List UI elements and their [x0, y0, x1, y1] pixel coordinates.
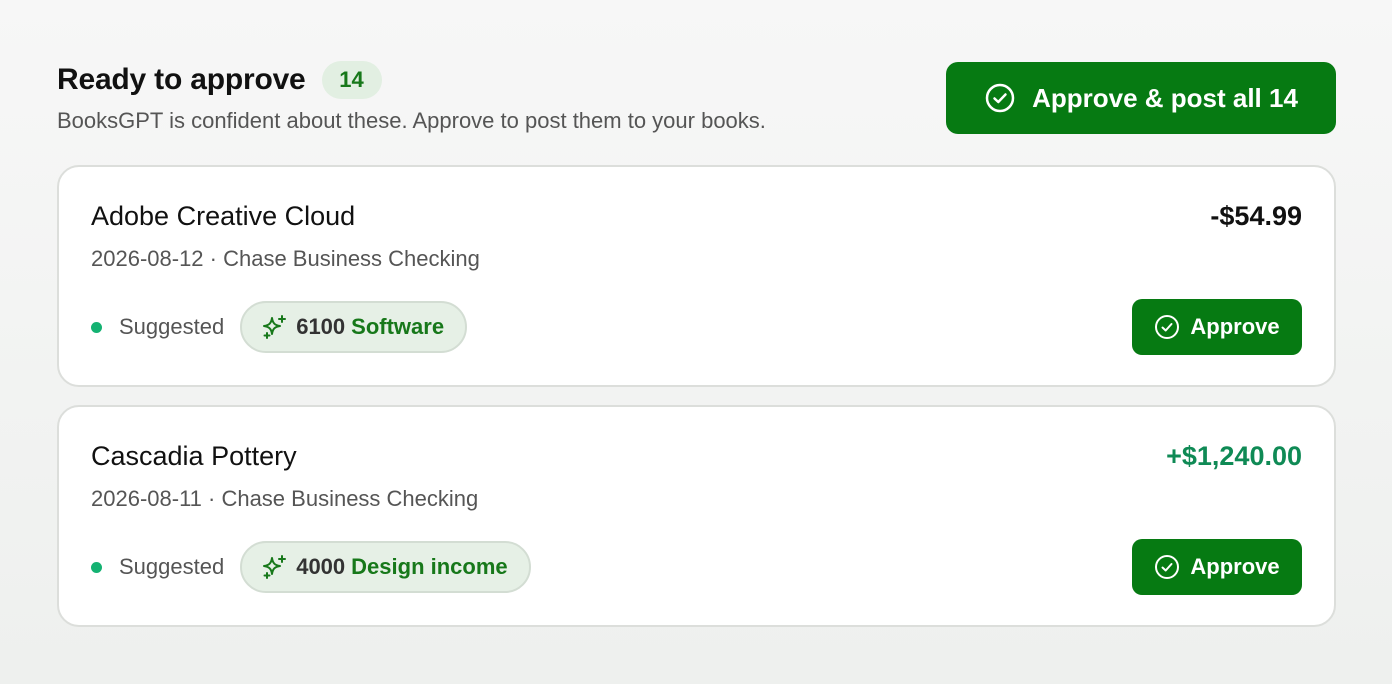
status-label: Suggested — [119, 554, 225, 579]
transaction-card: Adobe Creative Cloud 2026-08-12 · Chase … — [57, 165, 1336, 387]
category-chip[interactable]: 4000 Design income — [240, 541, 531, 593]
suggestion-row: Suggested 4000 Design income — [91, 541, 531, 593]
approve-post-all-button[interactable]: Approve & post all 14 — [946, 62, 1336, 134]
approve-button[interactable]: Approve — [1132, 539, 1302, 595]
category-name: Software — [351, 314, 445, 339]
page-title: Ready to approve — [57, 63, 306, 96]
approve-post-all-label: Approve & post all 14 — [1032, 82, 1298, 113]
check-circle-icon — [1154, 314, 1180, 340]
transaction-meta: 2026-08-11 · Chase Business Checking — [91, 486, 479, 511]
sparkle-icon — [262, 314, 288, 340]
approve-label: Approve — [1190, 554, 1280, 579]
category-code: 6100 — [296, 314, 346, 339]
transaction-title: Adobe Creative Cloud — [91, 201, 356, 231]
approve-label: Approve — [1190, 314, 1280, 339]
status-dot — [91, 321, 102, 333]
category-name: Design income — [351, 554, 508, 579]
check-circle-icon — [1154, 554, 1180, 580]
status-dot — [91, 561, 102, 573]
suggestion-row: Suggested 6100 Software — [91, 301, 468, 353]
approve-button[interactable]: Approve — [1132, 299, 1302, 355]
count-badge: 14 — [321, 61, 382, 99]
transaction-amount: +$1,240.00 — [1166, 441, 1302, 471]
status-label: Suggested — [119, 314, 225, 339]
transaction-meta: 2026-08-12 · Chase Business Checking — [91, 246, 480, 271]
category-chip[interactable]: 6100 Software — [240, 301, 468, 353]
approval-header: Ready to approve 14 BooksGPT is confiden… — [57, 60, 1336, 140]
category-code: 4000 — [296, 554, 346, 579]
transaction-card: Cascadia Pottery 2026-08-11 · Chase Busi… — [57, 405, 1336, 627]
transaction-title: Cascadia Pottery — [91, 441, 297, 471]
approval-page: Ready to approve 14 BooksGPT is confiden… — [0, 0, 1392, 684]
sparkle-icon — [262, 554, 288, 580]
transaction-amount: -$54.99 — [1210, 201, 1302, 231]
check-circle-icon — [984, 82, 1016, 114]
